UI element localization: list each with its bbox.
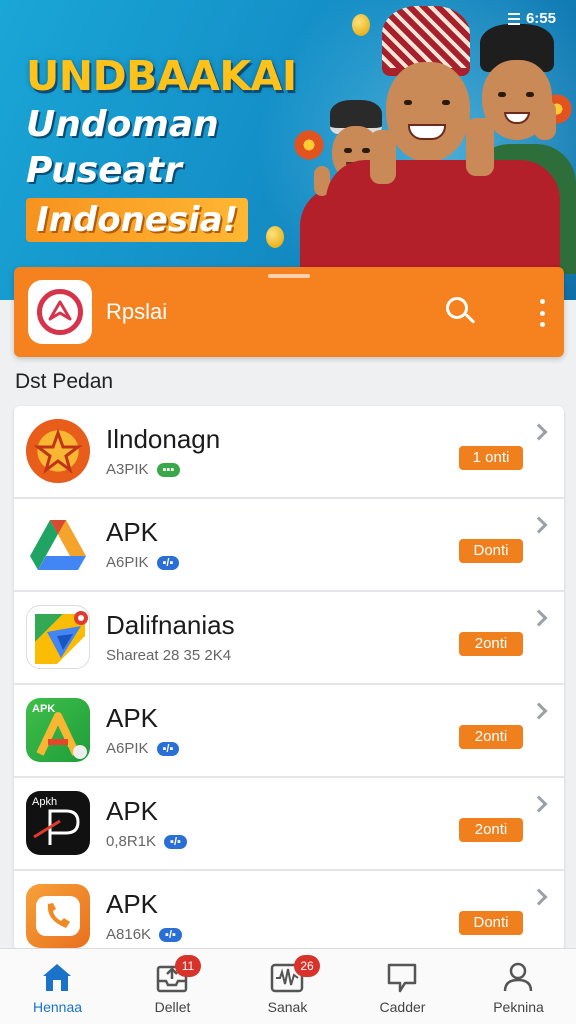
app-meta: Shareat 28 35 2K4: [106, 647, 231, 664]
send-arrow-icon: [48, 300, 72, 321]
app-tag: ▪/▪: [156, 555, 180, 570]
drag-handle[interactable]: [268, 274, 310, 278]
banner-person-center: [326, 0, 560, 300]
nav-item-sanak[interactable]: 26 Sanak: [230, 949, 345, 1024]
app-tag: ▪▪▪: [156, 462, 181, 477]
app-meta: A816K ▪/▪: [106, 926, 182, 943]
nav-item-profile[interactable]: Peknina: [461, 949, 576, 1024]
app-meta: A6PIK ▪/▪: [106, 554, 180, 571]
app-meta: A3PIK ▪▪▪: [106, 461, 181, 478]
app-size: Shareat 28 35 2K4: [106, 647, 232, 664]
app-size: A6PIK: [106, 740, 149, 757]
download-button[interactable]: Donti: [459, 539, 523, 563]
app-list: Ilndonagn A3PIK ▪▪▪ 1 onti APK A6PIK ▪/▪…: [14, 406, 564, 951]
chevron-right-icon[interactable]: [530, 795, 548, 813]
nav-item-home[interactable]: Hennaa: [0, 949, 115, 1024]
app-logo-icon[interactable]: [28, 280, 92, 344]
app-bar: Rpslai: [14, 267, 564, 357]
chevron-right-icon[interactable]: [530, 702, 548, 720]
banner-line-4: Indonesia!: [26, 198, 249, 242]
banner-line-1: UNDBAAKAI: [26, 52, 297, 100]
app-size: A3PIK: [106, 461, 149, 478]
list-item[interactable]: Apkh APK 0,8R1K ▪/▪ 2onti: [14, 778, 564, 871]
download-button[interactable]: 2onti: [459, 632, 523, 656]
maps-icon: [26, 605, 90, 669]
svg-text:Apkh: Apkh: [32, 796, 57, 808]
apk-a-icon: APK: [26, 698, 90, 762]
app-size: A6PIK: [106, 554, 149, 571]
star-icon: [26, 419, 90, 483]
search-icon[interactable]: [444, 295, 478, 329]
nav-label: Sanak: [267, 999, 308, 1015]
promo-banner[interactable]: 6:55 UNDBAAKAI Undoman Puseatr Indonesia…: [0, 0, 576, 300]
message-icon: [387, 963, 417, 993]
app-name: APK: [106, 517, 159, 547]
download-button[interactable]: 2onti: [459, 725, 523, 749]
banner-line-2: Undoman: [26, 104, 219, 145]
app-name: APK: [106, 889, 159, 919]
app-tag: ▪/▪: [156, 741, 180, 756]
notification-badge: 26: [294, 955, 320, 977]
apk-p-icon: Apkh: [26, 791, 90, 855]
svg-text:APK: APK: [32, 703, 55, 715]
app-title: Rpslai: [106, 299, 168, 324]
app-name: Dalifnanias: [106, 610, 235, 640]
download-button[interactable]: 2onti: [459, 818, 523, 842]
nav-label: Cadder: [379, 999, 426, 1015]
chevron-right-icon[interactable]: [530, 609, 548, 627]
phone-icon: [26, 884, 90, 948]
list-item[interactable]: Dalifnanias Shareat 28 35 2K4 2onti: [14, 592, 564, 685]
chevron-right-icon[interactable]: [530, 516, 548, 534]
chevron-right-icon[interactable]: [530, 888, 548, 906]
home-icon: [43, 964, 71, 991]
download-button[interactable]: Donti: [459, 911, 523, 935]
menu-icon: [507, 12, 520, 25]
app-name: APK: [106, 703, 159, 733]
app-meta: 0,8R1K ▪/▪: [106, 833, 187, 850]
app-meta: A6PIK ▪/▪: [106, 740, 180, 757]
nav-label: Hennaa: [32, 999, 83, 1015]
banner-line-3: Puseatr: [26, 150, 182, 191]
app-tag: ▪/▪: [159, 927, 182, 942]
list-item[interactable]: APK A6PIK ▪/▪ Donti: [14, 499, 564, 592]
download-button[interactable]: 1 onti: [459, 446, 523, 470]
list-item[interactable]: Ilndonagn A3PIK ▪▪▪ 1 onti: [14, 406, 564, 499]
banner-headline: UNDBAAKAI Undoman Puseatr Indonesia!: [26, 52, 346, 242]
app-size: 0,8R1K: [106, 833, 157, 850]
list-item[interactable]: APK A816K ▪/▪ Donti: [14, 871, 564, 951]
app-size: A816K: [106, 926, 152, 943]
app-name: APK: [106, 796, 159, 826]
app-name: Ilndonagn: [106, 424, 221, 454]
status-time: 6:55: [525, 10, 556, 27]
list-item[interactable]: APK APK A6PIK ▪/▪ 2onti: [14, 685, 564, 778]
status-bar: 6:55: [507, 10, 556, 27]
more-vert-icon[interactable]: [530, 297, 554, 329]
nav-label: Peknina: [493, 999, 544, 1015]
nav-label: Dellet: [154, 999, 191, 1015]
drive-triangle-icon: [26, 512, 90, 576]
section-title: Dst Pedan: [15, 370, 114, 393]
app-tag: ▪/▪: [164, 834, 187, 849]
bottom-nav: Hennaa 11 Dellet 26 Sanak Cadder Peknina: [0, 948, 576, 1024]
notification-badge: 11: [175, 955, 201, 977]
chevron-right-icon[interactable]: [530, 423, 548, 441]
nav-item-cadder[interactable]: Cadder: [345, 949, 460, 1024]
nav-item-dellet[interactable]: 11 Dellet: [115, 949, 230, 1024]
person-icon: [503, 962, 533, 992]
